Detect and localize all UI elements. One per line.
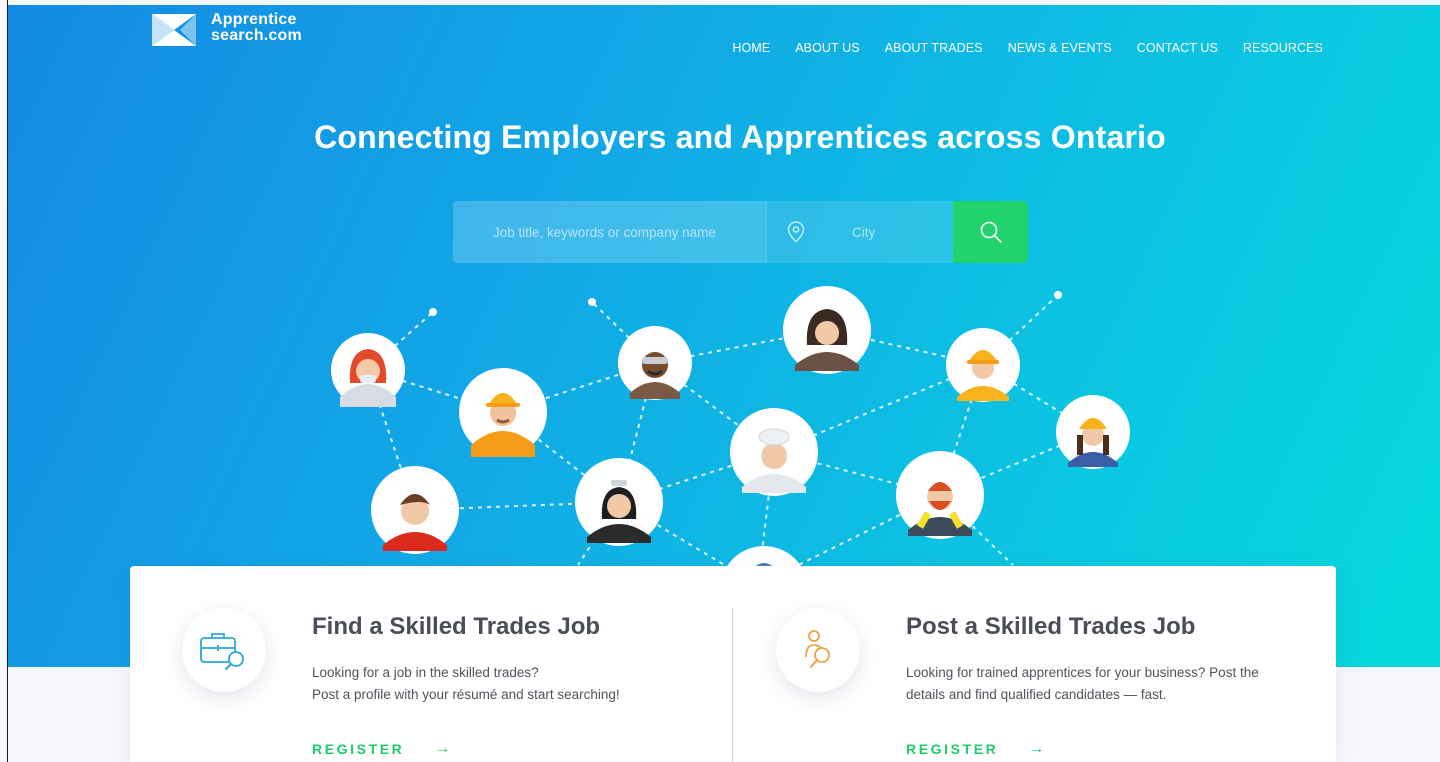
hero-headline: Connecting Employers and Apprentices acr…: [314, 119, 1166, 155]
keywords-search-input[interactable]: [453, 201, 766, 263]
arrow-right-icon: →: [434, 740, 451, 757]
job-search-bar: [453, 201, 1028, 263]
nav-about-us[interactable]: ABOUT US: [795, 41, 859, 55]
find-job-icon-badge: [182, 608, 266, 692]
nav-about-trades[interactable]: ABOUT TRADES: [885, 41, 983, 55]
page: Apprentice search.com HOME ABOUT US ABOU…: [0, 0, 1440, 762]
find-job-panel: Find a Skilled Trades Job Looking for a …: [130, 566, 730, 762]
window-edge: [7, 0, 8, 762]
nav-news-events[interactable]: NEWS & EVENTS: [1008, 41, 1112, 55]
post-job-title: Post a Skilled Trades Job: [906, 613, 1196, 640]
logo-wordmark: Apprentice search.com: [211, 12, 302, 44]
search-icon: [980, 221, 1002, 243]
main-nav: HOME ABOUT US ABOUT TRADES NEWS & EVENTS…: [732, 41, 1323, 55]
arrow-right-icon: →: [1028, 740, 1045, 757]
cta-card: Find a Skilled Trades Job Looking for a …: [130, 566, 1336, 762]
find-job-register-label: REGISTER: [312, 741, 405, 757]
post-job-register-label: REGISTER: [906, 741, 999, 757]
logo-mark-icon: [152, 14, 196, 46]
post-job-desc-line-1: Looking for trained apprentices for your…: [906, 665, 1259, 680]
person-search-icon: [805, 630, 830, 668]
site-logo[interactable]: Apprentice search.com: [150, 12, 302, 48]
find-job-description: Looking for a job in the skilled trades?…: [312, 662, 697, 706]
city-field-wrapper: [767, 201, 953, 263]
find-job-register-link[interactable]: REGISTER →: [312, 740, 450, 758]
nav-resources[interactable]: RESOURCES: [1243, 41, 1323, 55]
post-job-desc-line-2: details and find qualified candidates — …: [906, 687, 1167, 702]
search-button[interactable]: [953, 201, 1028, 263]
logo-line-1: Apprentice: [211, 11, 297, 28]
briefcase-search-icon: [200, 633, 244, 670]
nav-home[interactable]: HOME: [732, 41, 770, 55]
find-job-title: Find a Skilled Trades Job: [312, 613, 601, 640]
find-job-desc-line-2: Post a profile with your résumé and star…: [312, 687, 620, 702]
nav-contact-us[interactable]: CONTACT US: [1137, 41, 1218, 55]
logo-line-2: search.com: [211, 27, 302, 44]
location-pin-icon: [787, 221, 805, 243]
post-job-description: Looking for trained apprentices for your…: [906, 662, 1291, 706]
post-job-panel: Post a Skilled Trades Job Looking for tr…: [724, 566, 1324, 762]
post-job-icon-badge: [776, 608, 860, 692]
post-job-register-link[interactable]: REGISTER →: [906, 740, 1044, 758]
find-job-desc-line-1: Looking for a job in the skilled trades?: [312, 665, 539, 680]
